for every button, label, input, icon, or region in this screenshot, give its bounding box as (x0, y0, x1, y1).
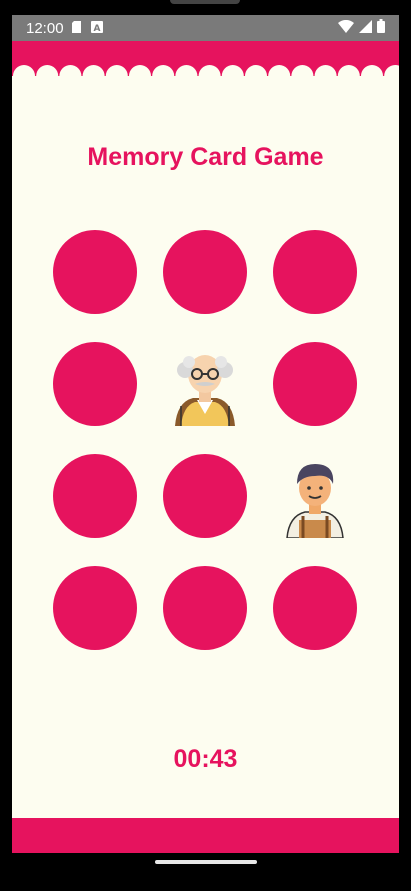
sd-card-icon (71, 20, 83, 37)
svg-text:A: A (93, 24, 100, 33)
bottom-decorative-border (12, 818, 399, 853)
a-badge-icon: A (90, 20, 103, 37)
memory-card-revealed[interactable] (163, 342, 247, 426)
memory-card[interactable] (53, 342, 137, 426)
battery-icon (377, 19, 385, 37)
old-man-icon (163, 342, 247, 426)
game-timer: 00:43 (173, 745, 238, 773)
top-notch (170, 0, 240, 4)
memory-card-revealed[interactable] (273, 454, 357, 538)
memory-card[interactable] (53, 454, 137, 538)
device-frame: 12:00 A Memory Card Game 00:43 (0, 0, 411, 891)
wifi-icon (338, 19, 354, 37)
page-title: Memory Card Game (87, 143, 324, 171)
game-screen: Memory Card Game 00:43 (12, 41, 399, 853)
memory-card[interactable] (163, 566, 247, 650)
gesture-nav-handle[interactable] (155, 860, 257, 864)
memory-card[interactable] (273, 342, 357, 426)
memory-card[interactable] (53, 230, 137, 314)
top-scallop-edge (12, 65, 399, 87)
status-time: 12:00 (26, 19, 64, 37)
status-bar: 12:00 A (12, 15, 399, 41)
memory-card[interactable] (273, 230, 357, 314)
memory-card[interactable] (163, 454, 247, 538)
memory-card[interactable] (53, 566, 137, 650)
young-man-icon (273, 454, 357, 538)
signal-icon (359, 19, 372, 37)
memory-card[interactable] (163, 230, 247, 314)
card-grid (53, 230, 358, 652)
memory-card[interactable] (273, 566, 357, 650)
